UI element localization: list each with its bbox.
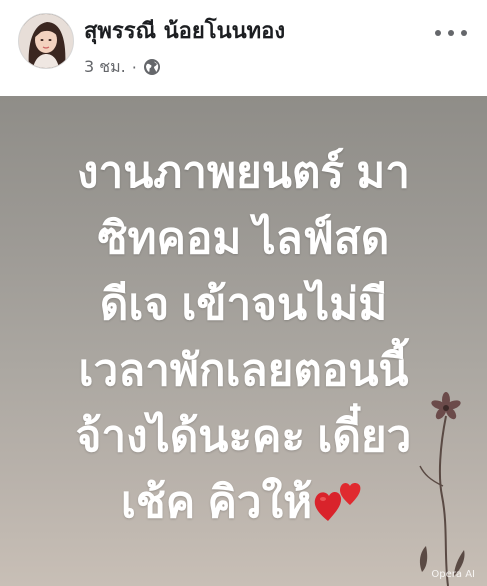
meta-separator: · — [131, 57, 137, 77]
author-name[interactable]: สุพรรณี น้อยโนนทอง — [84, 18, 285, 46]
image-watermark: Opera AI — [431, 569, 475, 580]
post-image[interactable]: งานภาพยนตร์ มา ซิทคอม ไลฟ์สด ดีเจ เข้าจน… — [0, 96, 487, 586]
avatar-image — [19, 14, 73, 68]
more-icon-dot — [448, 30, 454, 36]
quote-line-3: ดีเจ เข้าจนไม่มี — [99, 280, 388, 329]
avatar[interactable] — [18, 13, 74, 69]
post-time[interactable]: 3 ชม. — [84, 55, 126, 80]
quote-line-2: ซิทคอม ไลฟ์สด — [97, 214, 390, 263]
quote-text: งานภาพยนตร์ มา ซิทคอม ไลฟ์สด ดีเจ เข้าจน… — [0, 140, 487, 536]
quote-line-4: เวลาพักเลยตอนนี้ — [78, 346, 409, 395]
post-header: สุพรรณี น้อยโนนทอง 3 ชม. · — [0, 0, 487, 96]
heart-icon — [314, 475, 366, 523]
quote-line-5: จ้างได้นะคะ เดี๋ยว — [75, 412, 412, 461]
more-icon-dot — [435, 30, 441, 36]
post-meta: 3 ชม. · — [84, 56, 161, 78]
quote-line-6: เช้ค คิวให้ — [0, 470, 487, 536]
globe-icon[interactable] — [143, 58, 161, 76]
quote-line-1: งานภาพยนตร์ มา — [77, 148, 410, 197]
more-icon-dot — [461, 30, 467, 36]
more-options-button[interactable] — [435, 22, 467, 44]
quote-line-6-text: เช้ค คิวให้ — [120, 478, 313, 527]
